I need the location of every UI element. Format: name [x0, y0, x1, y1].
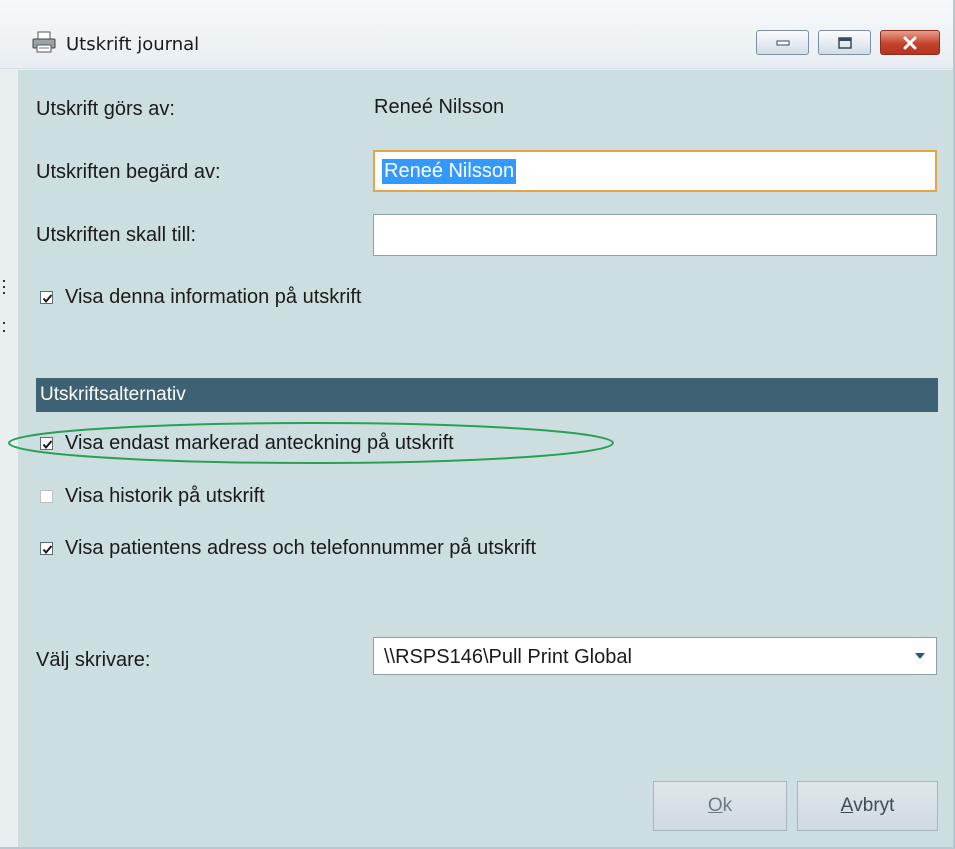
recipient-input[interactable]	[373, 214, 937, 256]
checkmark-icon	[42, 440, 53, 450]
requested-by-input[interactable]: Reneé Nilsson	[373, 150, 937, 192]
maximize-icon	[819, 31, 870, 54]
cancel-button-mnemonic: A	[840, 795, 854, 816]
option-selected-note-label: Visa endast markerad anteckning på utskr…	[65, 432, 454, 454]
minimize-button[interactable]	[756, 30, 809, 55]
edge-marks	[3, 280, 5, 332]
show-info-checkbox[interactable]	[40, 291, 53, 304]
checkmark-icon	[42, 545, 53, 555]
title-bar[interactable]: Utskrift journal	[0, 0, 953, 69]
close-icon	[881, 31, 939, 54]
option-history-label: Visa historik på utskrift	[65, 485, 265, 507]
show-info-label: Visa denna information på utskrift	[65, 286, 362, 308]
option-address-row[interactable]: Visa patientens adress och telefonnummer…	[40, 537, 536, 560]
printer-icon	[32, 31, 56, 53]
close-button[interactable]	[880, 30, 940, 55]
requested-by-input-text: Reneé Nilsson	[382, 159, 517, 184]
option-address-label: Visa patientens adress och telefonnummer…	[65, 537, 536, 559]
printed-by-value: Reneé Nilsson	[374, 96, 505, 118]
option-history-row[interactable]: Visa historik på utskrift	[40, 485, 265, 508]
window-title: Utskrift journal	[66, 34, 200, 55]
requested-by-label: Utskriften begärd av:	[36, 161, 221, 183]
printer-select[interactable]: \\RSPS146\Pull Print Global	[373, 637, 937, 675]
checkmark-icon	[42, 294, 53, 304]
printed-by-label: Utskrift görs av:	[36, 98, 175, 120]
option-address-checkbox[interactable]	[40, 542, 53, 555]
print-journal-dialog: Utskrift journal Utskrift görs av: Reneé…	[0, 0, 955, 849]
option-history-checkbox[interactable]	[40, 490, 53, 503]
cancel-button-label: vbryt	[853, 795, 895, 816]
printer-label: Välj skrivare:	[36, 649, 151, 671]
cancel-button[interactable]: Avbryt	[797, 781, 938, 831]
ok-button-label: k	[722, 795, 733, 816]
recipient-label: Utskriften skall till:	[36, 224, 197, 246]
dropdown-arrow-icon[interactable]	[905, 639, 935, 673]
maximize-button[interactable]	[818, 30, 871, 55]
option-selected-note-checkbox[interactable]	[40, 437, 53, 450]
option-selected-note-row[interactable]: Visa endast markerad anteckning på utskr…	[40, 432, 454, 455]
show-info-row[interactable]: Visa denna information på utskrift	[40, 286, 361, 309]
ok-button-mnemonic: O	[707, 795, 723, 816]
print-options-header: Utskriftsalternativ	[36, 378, 938, 412]
minimize-icon	[757, 31, 808, 54]
ok-button[interactable]: Ok	[653, 781, 787, 831]
printer-select-value: \\RSPS146\Pull Print Global	[384, 646, 632, 668]
